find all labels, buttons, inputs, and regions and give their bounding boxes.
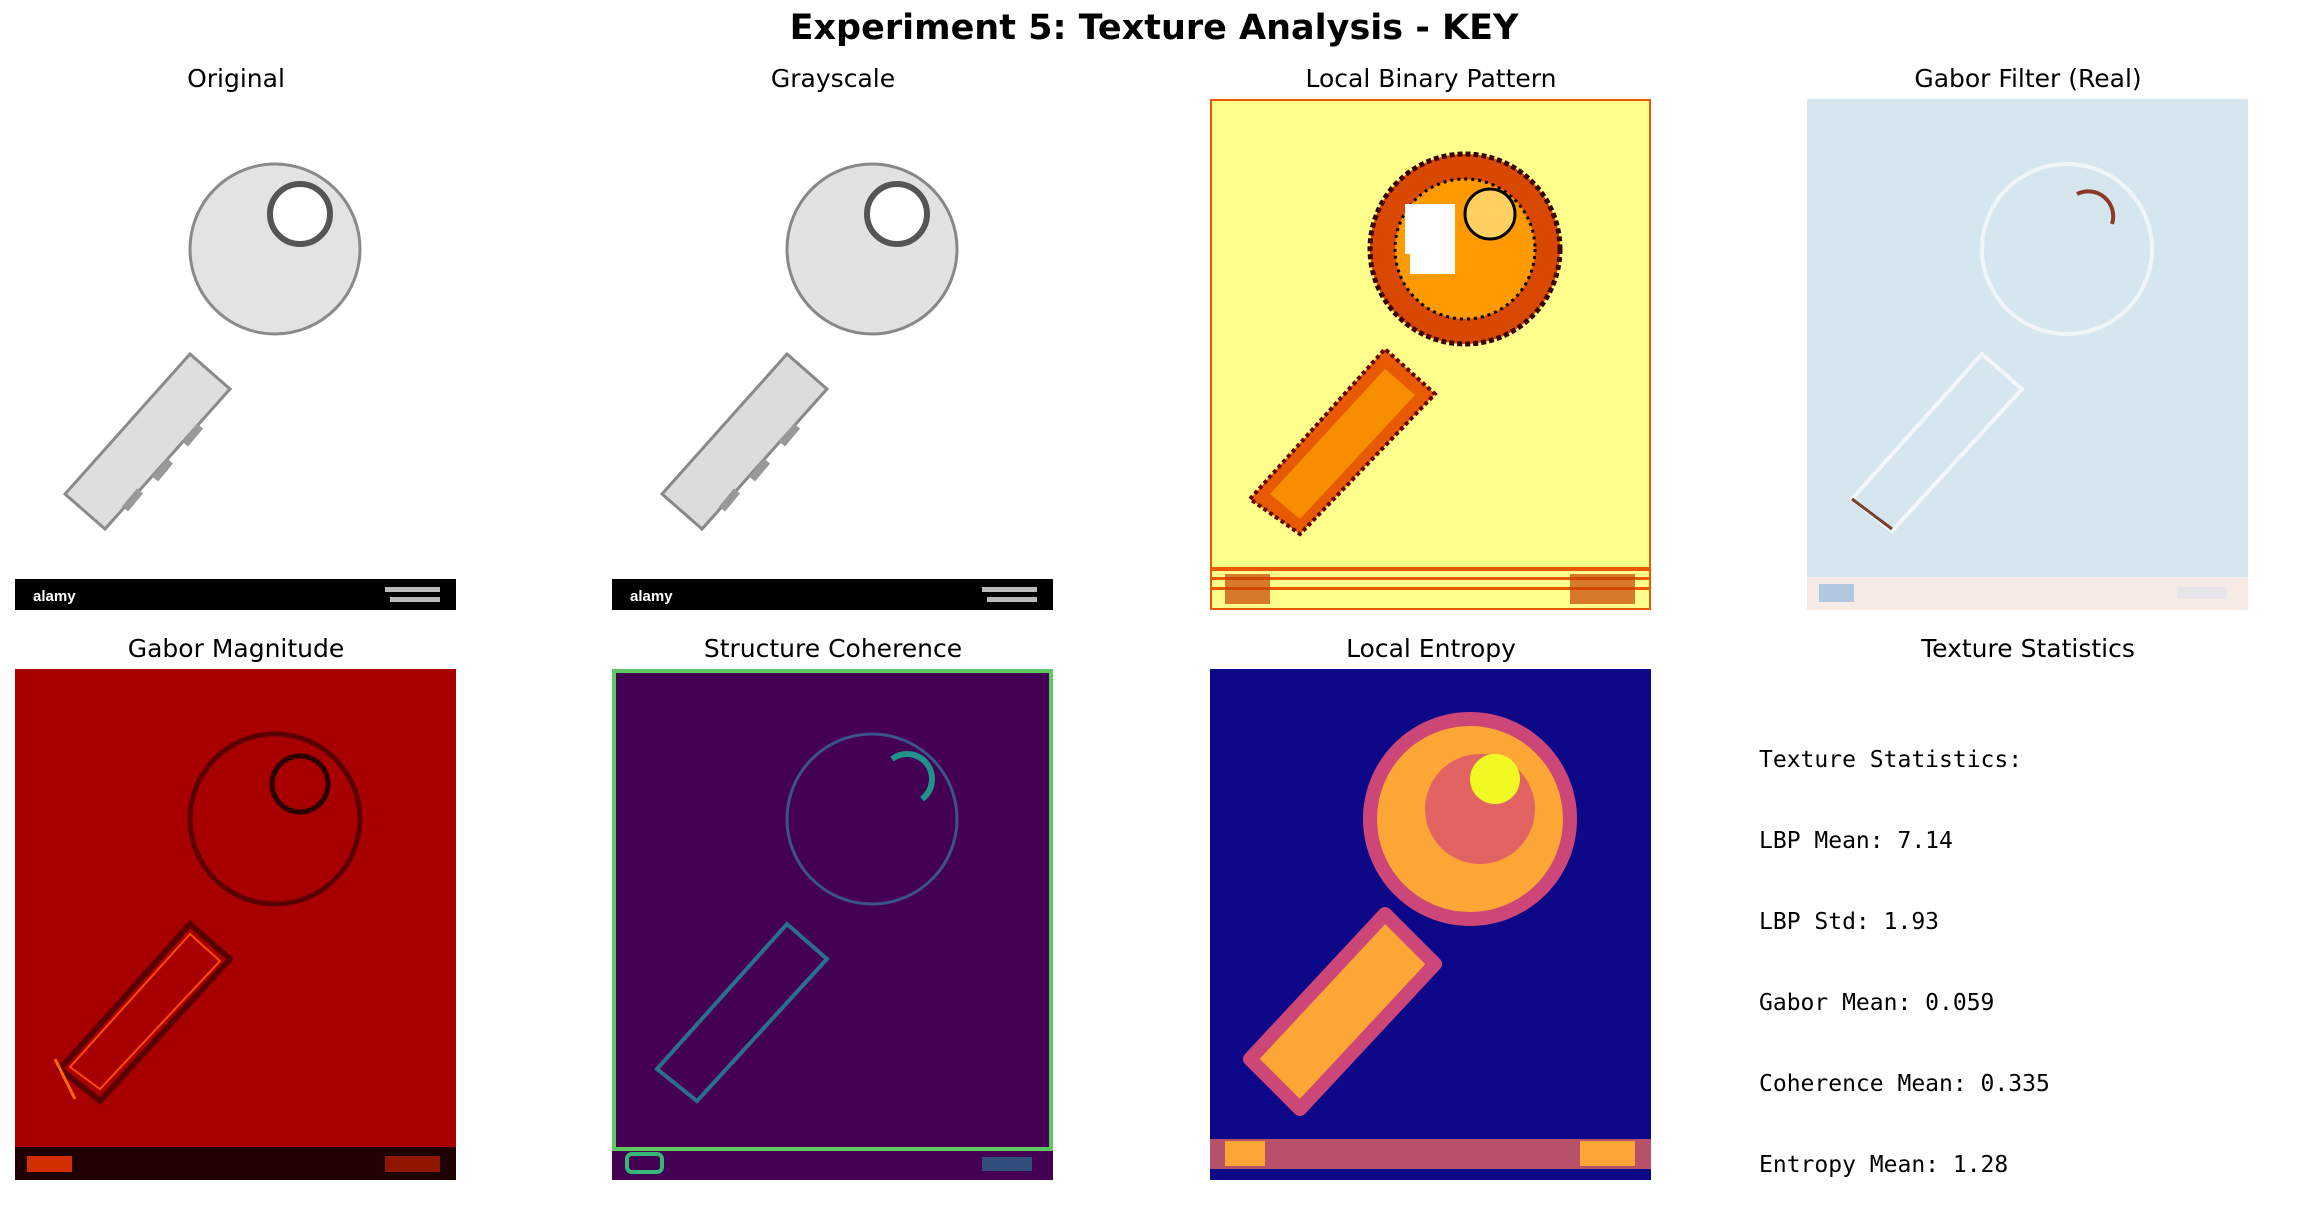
stats-heading: Texture Statistics: bbox=[1759, 747, 2023, 773]
coherence-image bbox=[612, 669, 1053, 1180]
stats-line-gabor-mean: Gabor Mean: 0.059 bbox=[1759, 990, 1995, 1016]
figure-title: Experiment 5: Texture Analysis - KEY bbox=[789, 8, 1519, 48]
gabor-real-image bbox=[1807, 99, 2248, 610]
watermark-text: alamy bbox=[33, 588, 76, 605]
panel-title-gabor-real: Gabor Filter (Real) bbox=[1914, 64, 2142, 93]
lbp-image bbox=[1210, 99, 1651, 610]
panel-title-coherence: Structure Coherence bbox=[703, 634, 963, 663]
original-image: alamy bbox=[15, 99, 456, 610]
texture-statistics-text: Texture Statistics: LBP Mean: 7.14 LBP S… bbox=[1759, 693, 2050, 1206]
panel-title-entropy: Local Entropy bbox=[1346, 634, 1516, 663]
panel-title-lbp: Local Binary Pattern bbox=[1305, 64, 1557, 93]
grayscale-image: alamy bbox=[612, 99, 1053, 610]
entropy-image bbox=[1210, 669, 1651, 1180]
stats-line-entropy-mean: Entropy Mean: 1.28 bbox=[1759, 1152, 2009, 1178]
gabor-magnitude-image bbox=[15, 669, 456, 1180]
panel-title-original: Original bbox=[187, 64, 285, 93]
panel-title-gabor-magnitude: Gabor Magnitude bbox=[127, 634, 345, 663]
watermark-text: alamy bbox=[630, 588, 673, 605]
stats-line-coherence-mean: Coherence Mean: 0.335 bbox=[1759, 1071, 2050, 1097]
stats-line-lbp-mean: LBP Mean: 7.14 bbox=[1759, 828, 1953, 854]
panel-title-statistics: Texture Statistics bbox=[1921, 634, 2135, 663]
stats-line-lbp-std: LBP Std: 1.93 bbox=[1759, 909, 1940, 935]
panel-title-grayscale: Grayscale bbox=[770, 64, 896, 93]
